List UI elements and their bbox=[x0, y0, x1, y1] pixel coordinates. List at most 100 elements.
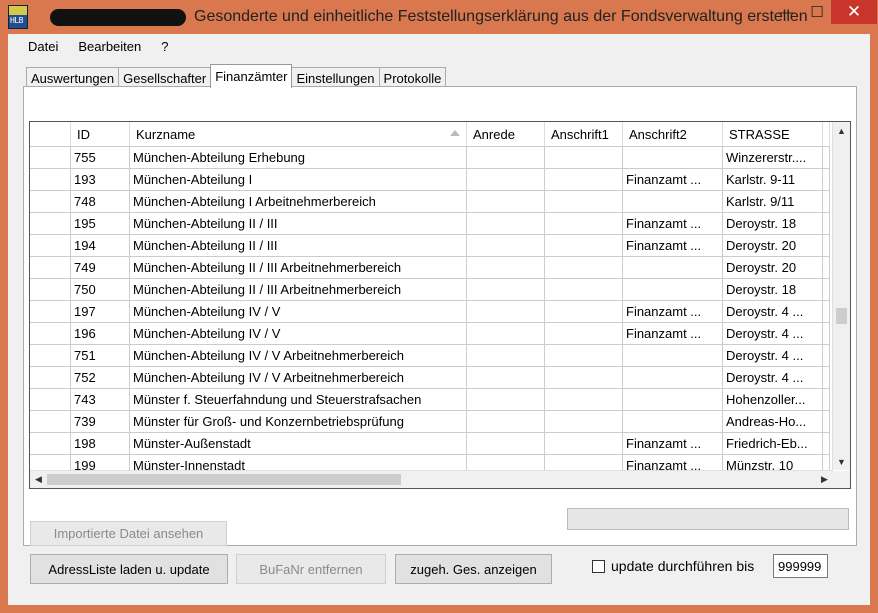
menu-help[interactable]: ? bbox=[151, 39, 178, 54]
menu-datei[interactable]: Datei bbox=[18, 39, 68, 54]
table-row[interactable]: 752 München-Abteilung IV / V Arbeitnehmer… bbox=[30, 367, 830, 389]
cell-strasse[interactable]: Deroystr. 4 ... bbox=[723, 367, 823, 389]
cell-anschrift1[interactable] bbox=[545, 191, 623, 213]
cell-strasse[interactable]: Karlstr. 9/11 bbox=[723, 191, 823, 213]
cell-truncated[interactable] bbox=[823, 191, 830, 213]
cell-id[interactable]: 752 bbox=[71, 367, 130, 389]
table-row[interactable]: 743 Münster f. Steuerfahndung und Steuers… bbox=[30, 389, 830, 411]
cell-kurzname[interactable]: München-Abteilung Erhebung bbox=[130, 147, 467, 169]
cell-anschrift2[interactable] bbox=[623, 257, 723, 279]
table-row[interactable]: 749 München-Abteilung II / III Arbeitnehm… bbox=[30, 257, 830, 279]
cell-id[interactable]: 739 bbox=[71, 411, 130, 433]
row-selector[interactable] bbox=[30, 235, 71, 257]
cell-truncated[interactable] bbox=[823, 345, 830, 367]
table-row[interactable]: 193 München-Abteilung I Finanzamt ... Karls… bbox=[30, 169, 830, 191]
row-selector[interactable] bbox=[30, 191, 71, 213]
cell-strasse[interactable]: Deroystr. 18 bbox=[723, 213, 823, 235]
cell-strasse[interactable]: Winzererstr.... bbox=[723, 147, 823, 169]
table-row[interactable]: 751 München-Abteilung IV / V Arbeitnehmer… bbox=[30, 345, 830, 367]
cell-truncated[interactable] bbox=[823, 367, 830, 389]
row-selector[interactable] bbox=[30, 411, 71, 433]
menu-bearbeiten[interactable]: Bearbeiten bbox=[68, 39, 151, 54]
cell-truncated[interactable] bbox=[823, 235, 830, 257]
cell-anrede[interactable] bbox=[467, 433, 545, 455]
cell-anschrift2[interactable] bbox=[623, 367, 723, 389]
cell-anschrift1[interactable] bbox=[545, 147, 623, 169]
cell-anschrift1[interactable] bbox=[545, 257, 623, 279]
cell-anschrift1[interactable] bbox=[545, 433, 623, 455]
close-button[interactable]: ✕ bbox=[831, 0, 877, 24]
cell-kurzname[interactable]: Münster für Groß- und Konzernbetriebsprü… bbox=[130, 411, 467, 433]
cell-anschrift2[interactable]: Finanzamt ... bbox=[623, 301, 723, 323]
cell-kurzname[interactable]: München-Abteilung IV / V bbox=[130, 323, 467, 345]
cell-kurzname[interactable]: München-Abteilung IV / V bbox=[130, 301, 467, 323]
table-row[interactable]: 195 München-Abteilung II / III Finanzamt .… bbox=[30, 213, 830, 235]
cell-kurzname[interactable]: München-Abteilung II / III Arbeitnehmerb… bbox=[130, 257, 467, 279]
table-row[interactable]: 739 Münster für Groß- und Konzernbetriebs… bbox=[30, 411, 830, 433]
cell-anrede[interactable] bbox=[467, 279, 545, 301]
cell-strasse[interactable]: Hohenzoller... bbox=[723, 389, 823, 411]
tab-auswertungen[interactable]: Auswertungen bbox=[26, 67, 120, 88]
cell-anschrift2[interactable] bbox=[623, 279, 723, 301]
scroll-left-icon[interactable]: ◀ bbox=[30, 471, 47, 488]
cell-kurzname[interactable]: München-Abteilung II / III bbox=[130, 235, 467, 257]
scroll-right-icon[interactable]: ▶ bbox=[816, 471, 833, 488]
horizontal-scrollbar[interactable]: ◀ ▶ bbox=[30, 470, 833, 488]
cell-anschrift1[interactable] bbox=[545, 323, 623, 345]
cell-id[interactable]: 750 bbox=[71, 279, 130, 301]
cell-anschrift2[interactable] bbox=[623, 147, 723, 169]
cell-kurzname[interactable]: Münster-Außenstadt bbox=[130, 433, 467, 455]
cell-anschrift1[interactable] bbox=[545, 389, 623, 411]
cell-kurzname[interactable]: München-Abteilung IV / V Arbeitnehmerber… bbox=[130, 367, 467, 389]
tab-gesellschafter[interactable]: Gesellschafter bbox=[118, 67, 212, 88]
table-row[interactable]: 755 München-Abteilung Erhebung Winzererstr… bbox=[30, 147, 830, 169]
cell-truncated[interactable] bbox=[823, 411, 830, 433]
vertical-scrollbar[interactable]: ▲ ▼ bbox=[832, 122, 850, 470]
row-selector[interactable] bbox=[30, 147, 71, 169]
tab-finanzaemter[interactable]: Finanzämter bbox=[210, 64, 293, 88]
column-header-anschrift1[interactable]: Anschrift1 bbox=[545, 122, 623, 146]
cell-anschrift2[interactable]: Finanzamt ... bbox=[623, 169, 723, 191]
cell-id[interactable]: 743 bbox=[71, 389, 130, 411]
cell-truncated[interactable] bbox=[823, 433, 830, 455]
cell-strasse[interactable]: Deroystr. 4 ... bbox=[723, 301, 823, 323]
cell-anschrift1[interactable] bbox=[545, 301, 623, 323]
cell-id[interactable]: 196 bbox=[71, 323, 130, 345]
row-selector[interactable] bbox=[30, 257, 71, 279]
show-shareholders-button[interactable]: zugeh. Ges. anzeigen bbox=[395, 554, 552, 584]
cell-id[interactable]: 194 bbox=[71, 235, 130, 257]
column-header-kurzname[interactable]: Kurzname bbox=[130, 122, 467, 146]
cell-strasse[interactable]: Deroystr. 20 bbox=[723, 235, 823, 257]
cell-anschrift1[interactable] bbox=[545, 279, 623, 301]
cell-anschrift2[interactable]: Finanzamt ... bbox=[623, 235, 723, 257]
cell-anschrift2[interactable] bbox=[623, 389, 723, 411]
cell-anrede[interactable] bbox=[467, 367, 545, 389]
cell-truncated[interactable] bbox=[823, 323, 830, 345]
cell-kurzname[interactable]: München-Abteilung I Arbeitnehmerbereich bbox=[130, 191, 467, 213]
cell-truncated[interactable] bbox=[823, 169, 830, 191]
row-selector[interactable] bbox=[30, 169, 71, 191]
cell-truncated[interactable] bbox=[823, 279, 830, 301]
cell-anrede[interactable] bbox=[467, 257, 545, 279]
cell-anrede[interactable] bbox=[467, 169, 545, 191]
horizontal-scroll-thumb[interactable] bbox=[47, 474, 401, 485]
cell-id[interactable]: 751 bbox=[71, 345, 130, 367]
cell-truncated[interactable] bbox=[823, 213, 830, 235]
update-limit-input[interactable] bbox=[773, 554, 828, 578]
cell-kurzname[interactable]: München-Abteilung II / III Arbeitnehmerb… bbox=[130, 279, 467, 301]
row-selector[interactable] bbox=[30, 433, 71, 455]
cell-strasse[interactable]: Friedrich-Eb... bbox=[723, 433, 823, 455]
cell-anrede[interactable] bbox=[467, 213, 545, 235]
row-selector[interactable] bbox=[30, 213, 71, 235]
table-row[interactable]: 194 München-Abteilung II / III Finanzamt .… bbox=[30, 235, 830, 257]
tab-einstellungen[interactable]: Einstellungen bbox=[291, 67, 380, 88]
cell-anschrift1[interactable] bbox=[545, 345, 623, 367]
view-imported-file-button[interactable]: Importierte Datei ansehen bbox=[30, 521, 227, 546]
cell-kurzname[interactable]: München-Abteilung I bbox=[130, 169, 467, 191]
load-address-list-button[interactable]: AdressListe laden u. update bbox=[30, 554, 228, 584]
column-header-anrede[interactable]: Anrede bbox=[467, 122, 545, 146]
column-header-id[interactable]: ID bbox=[71, 122, 130, 146]
remove-bufanr-button[interactable]: BuFaNr entfernen bbox=[236, 554, 386, 584]
cell-anrede[interactable] bbox=[467, 389, 545, 411]
scroll-up-icon[interactable]: ▲ bbox=[833, 122, 850, 139]
